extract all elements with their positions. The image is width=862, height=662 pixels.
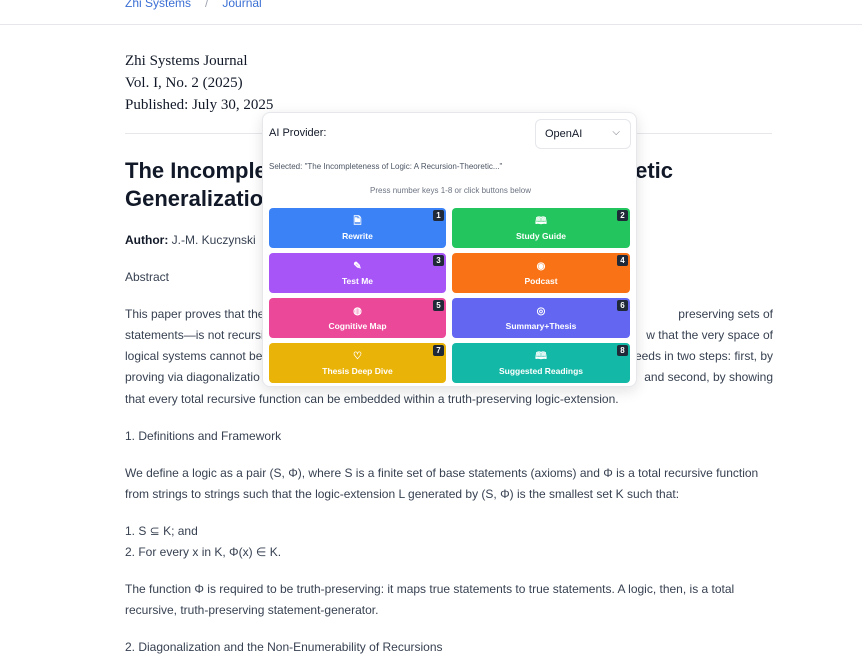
rewrite-button[interactable]: 🗎 Rewrite 1 — [269, 208, 446, 248]
button-label: Cognitive Map — [328, 320, 387, 331]
shortcut-badge: 2 — [617, 210, 628, 221]
suggested-readings-button[interactable]: 🕮 Suggested Readings 8 — [452, 343, 630, 383]
abstract-heading: Abstract — [125, 270, 170, 284]
target-icon: ◎ — [536, 305, 546, 317]
paragraph-definitions: We define a logic as a pair (S, Φ), wher… — [125, 466, 759, 501]
button-label: Summary+Thesis — [505, 320, 577, 331]
journal-name: Zhi Systems Journal — [125, 53, 248, 69]
books-icon: 🕮 — [535, 350, 547, 362]
selected-text: Selected: "The Incompleteness of Logic: … — [269, 162, 503, 171]
breadcrumb: Zhi Systems / Journal — [125, 0, 262, 10]
thesis-deep-dive-button[interactable]: ♡ Thesis Deep Dive 7 — [269, 343, 446, 383]
breadcrumb-separator: / — [205, 0, 209, 10]
author-line: Author: J.-M. Kuczynski — [125, 233, 256, 247]
pencil-icon: ✎ — [353, 260, 362, 272]
shortcut-badge: 6 — [617, 300, 628, 311]
book-open-icon: 🕮 — [535, 215, 547, 227]
shortcut-badge: 1 — [433, 210, 444, 221]
podcast-button[interactable]: ◉ Podcast 4 — [452, 253, 630, 293]
journal-meta: Zhi Systems Journal Vol. I, No. 2 (2025)… — [125, 50, 273, 116]
list-item: 1. S ⊆ K; and — [125, 524, 198, 538]
breadcrumb-home-link[interactable]: Zhi Systems — [125, 0, 191, 10]
button-label: Suggested Readings — [498, 365, 584, 376]
provider-select[interactable]: OpenAI ⌵ — [535, 119, 631, 149]
shortcut-badge: 4 — [617, 255, 628, 266]
shortcut-badge: 8 — [617, 345, 628, 356]
author-name: J.-M. Kuczynski — [171, 233, 256, 247]
abstract-last-line: that every total recursive function can … — [125, 392, 619, 406]
provider-value: OpenAI — [545, 128, 583, 140]
paragraph-truth-preserving: The function Φ is required to be truth-p… — [125, 582, 735, 617]
provider-label: AI Provider: — [269, 127, 327, 139]
document-icon: 🗎 — [353, 215, 362, 227]
podcast-icon: ◉ — [536, 260, 546, 272]
definition-list: 1. S ⊆ K; and 2. For every x in K, Φ(x) … — [125, 521, 773, 563]
journal-volume: Vol. I, No. 2 (2025) — [125, 75, 243, 91]
chevron-down-icon: ⌵ — [612, 127, 620, 138]
test-me-button[interactable]: ✎ Test Me 3 — [269, 253, 446, 293]
section-heading-definitions: 1. Definitions and Framework — [125, 429, 282, 443]
top-bar: Zhi Systems / Journal — [0, 0, 862, 25]
action-button-grid: 🗎 Rewrite 1 🕮 Study Guide 2 ✎ Test Me 3 ◉ Podcast 4… — [269, 208, 631, 383]
button-label: Podcast — [524, 275, 558, 286]
brain-icon: ◍ — [353, 305, 362, 317]
lightbulb-icon: ♡ — [353, 350, 362, 362]
button-label: Rewrite — [342, 230, 373, 241]
button-label: Study Guide — [515, 230, 567, 241]
cognitive-map-button[interactable]: ◍ Cognitive Map 5 — [269, 298, 446, 338]
section-heading-diagonalization: 2. Diagonalization and the Non-Enumerabi… — [125, 640, 443, 654]
button-label: Thesis Deep Dive — [322, 365, 393, 376]
study-guide-button[interactable]: 🕮 Study Guide 2 — [452, 208, 630, 248]
list-item: 2. For every x in K, Φ(x) ∈ K. — [125, 545, 282, 559]
breadcrumb-journal-link[interactable]: Journal — [222, 0, 261, 10]
publish-date: Published: July 30, 2025 — [125, 97, 274, 113]
summary-thesis-button[interactable]: ◎ Summary+Thesis 6 — [452, 298, 630, 338]
shortcut-badge: 3 — [433, 255, 444, 266]
button-label: Test Me — [341, 275, 374, 286]
ai-actions-popup: AI Provider: OpenAI ⌵ Selected: "The Inc… — [262, 112, 637, 387]
shortcut-badge: 7 — [433, 345, 444, 356]
author-label: Author: — [125, 233, 169, 247]
shortcut-badge: 5 — [433, 300, 444, 311]
keyboard-hint: Press number keys 1-8 or click buttons b… — [370, 186, 531, 195]
